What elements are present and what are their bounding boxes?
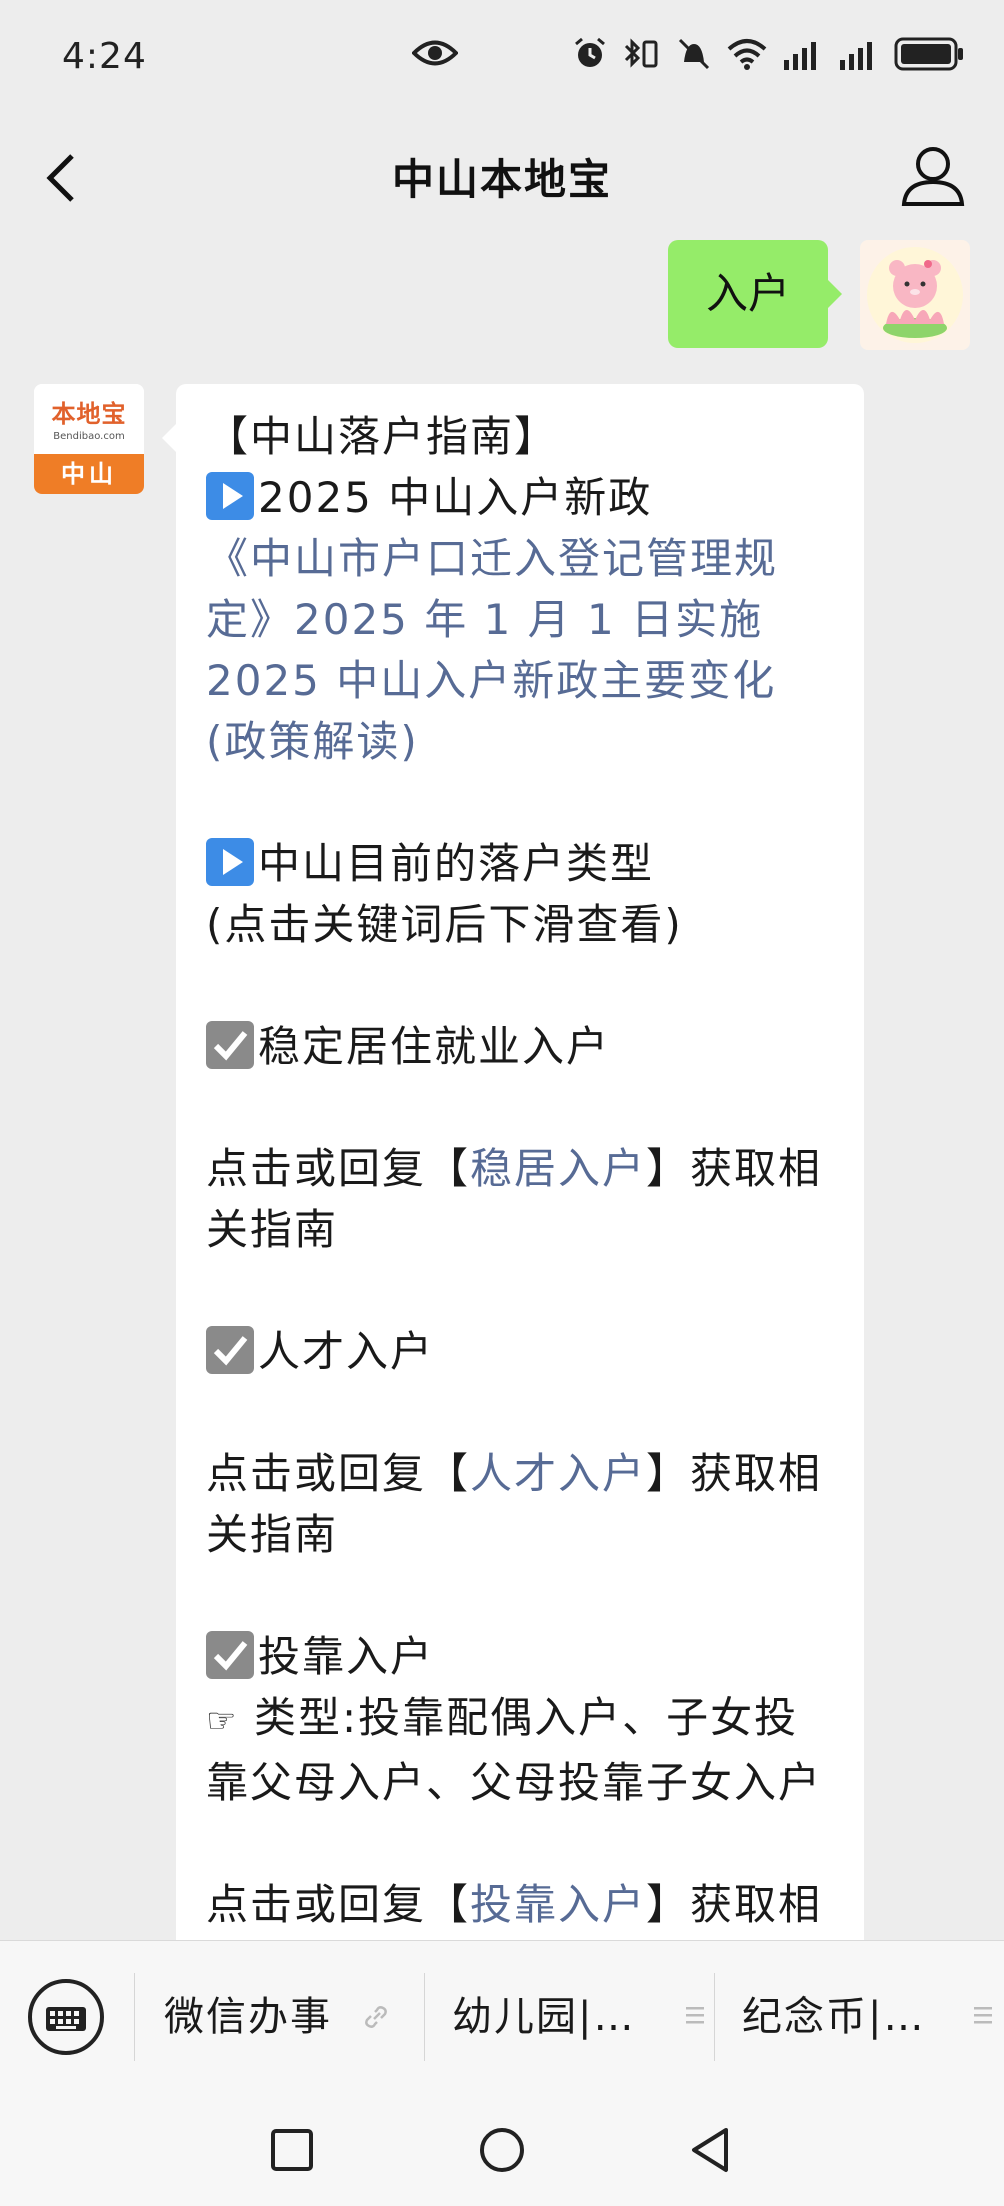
menu-item-commemorative-coin[interactable]: 纪念币|… [742, 1941, 925, 2093]
bluetooth-vibrate-icon [624, 38, 658, 68]
checkbox-icon [206, 1326, 254, 1374]
divider [714, 1973, 715, 2061]
menu-item-kindergarten[interactable]: 幼儿园|… [452, 1941, 635, 2093]
message-heading: 【中山落户指南】 [206, 412, 559, 461]
list-item: 人才入户 [206, 1321, 834, 1382]
keyword-link[interactable]: 稳居入户 [470, 1144, 646, 1193]
list-item: 点击或回复【投靠入户】获取相 [206, 1880, 823, 1929]
status-time: 4:24 [62, 36, 147, 77]
avatar[interactable] [860, 240, 970, 350]
avatar-city-label: 中山 [34, 454, 144, 494]
play-button-icon [206, 838, 254, 886]
bottom-menu: 微信办事 幼儿园|… 纪念币|… [0, 1940, 1004, 2092]
signal-icon [784, 42, 816, 70]
list-item: 中山目前的落户类型 [206, 833, 834, 894]
policy-link[interactable]: 定》2025 年 1 月 1 日实施 [206, 589, 834, 650]
status-icons [572, 36, 964, 72]
link-icon [365, 2006, 387, 2028]
policy-changes-link[interactable]: (政策解读) [206, 711, 834, 772]
checkbox-icon [206, 1631, 254, 1679]
status-bar: 4:24 [0, 0, 1004, 118]
bendibao-logo: 本地宝 Bendibao.com [34, 384, 144, 454]
list-item: ☞ 类型:投靠配偶入户、子女投 [206, 1687, 834, 1752]
hint-text: (点击关键词后下滑查看) [206, 900, 683, 949]
list-item: 点击或回复【人才入户】获取相 [206, 1449, 823, 1498]
menu-list-icon [974, 2007, 992, 2024]
keyboard-icon[interactable] [28, 1979, 104, 2055]
divider [134, 1973, 135, 2061]
signal-icon [840, 42, 872, 70]
play-button-icon [206, 472, 254, 520]
mute-icon [678, 38, 710, 70]
page-title: 中山本地宝 [391, 155, 612, 204]
bear-avatar-icon [867, 247, 963, 343]
list-item: 2025 中山入户新政 [206, 467, 834, 528]
menu-list-icon [686, 2007, 704, 2024]
recent-apps-icon[interactable] [270, 2128, 314, 2172]
keyword-link[interactable]: 投靠入户 [470, 1880, 646, 1929]
menu-item-wechat-services[interactable]: 微信办事 [164, 1941, 332, 2093]
wifi-icon [727, 39, 767, 70]
chat-header: 中山本地宝 [0, 118, 1004, 238]
sent-message-bubble[interactable]: 入户 [668, 240, 842, 348]
back-triangle-icon[interactable] [688, 2126, 732, 2174]
policy-changes-link[interactable]: 2025 中山入户新政主要变化 [206, 650, 834, 711]
battery-icon [894, 37, 963, 71]
list-item: 靠父母入户、父母投靠子女入户 [206, 1758, 823, 1807]
user-icon[interactable] [898, 140, 968, 210]
list-item: 稳定居住就业入户 [206, 1016, 834, 1077]
keyword-link[interactable]: 人才入户 [470, 1449, 646, 1498]
chat-area[interactable]: 入户 本地宝 Bendibao.com 中山 【中山落户指南】 2025 中山入… [0, 238, 1004, 1940]
divider [424, 1973, 425, 2061]
home-icon[interactable] [478, 2126, 526, 2174]
list-item: 关指南 [206, 1510, 339, 1559]
eye-icon [412, 40, 458, 66]
alarm-icon [575, 37, 605, 67]
received-message-bubble: 【中山落户指南】 2025 中山入户新政 《中山市户口迁入登记管理规 定》202… [162, 384, 864, 1940]
pointing-hand-icon: ☞ [206, 1701, 239, 1741]
avatar[interactable]: 本地宝 Bendibao.com 中山 [34, 384, 144, 494]
list-item: 关指南 [206, 1205, 339, 1254]
list-item: 投靠入户 [206, 1626, 834, 1687]
checkbox-icon [206, 1021, 254, 1069]
system-navigation-bar [0, 2092, 1004, 2206]
policy-link[interactable]: 《中山市户口迁入登记管理规 [206, 528, 834, 589]
list-item: 点击或回复【稳居入户】获取相 [206, 1144, 823, 1193]
